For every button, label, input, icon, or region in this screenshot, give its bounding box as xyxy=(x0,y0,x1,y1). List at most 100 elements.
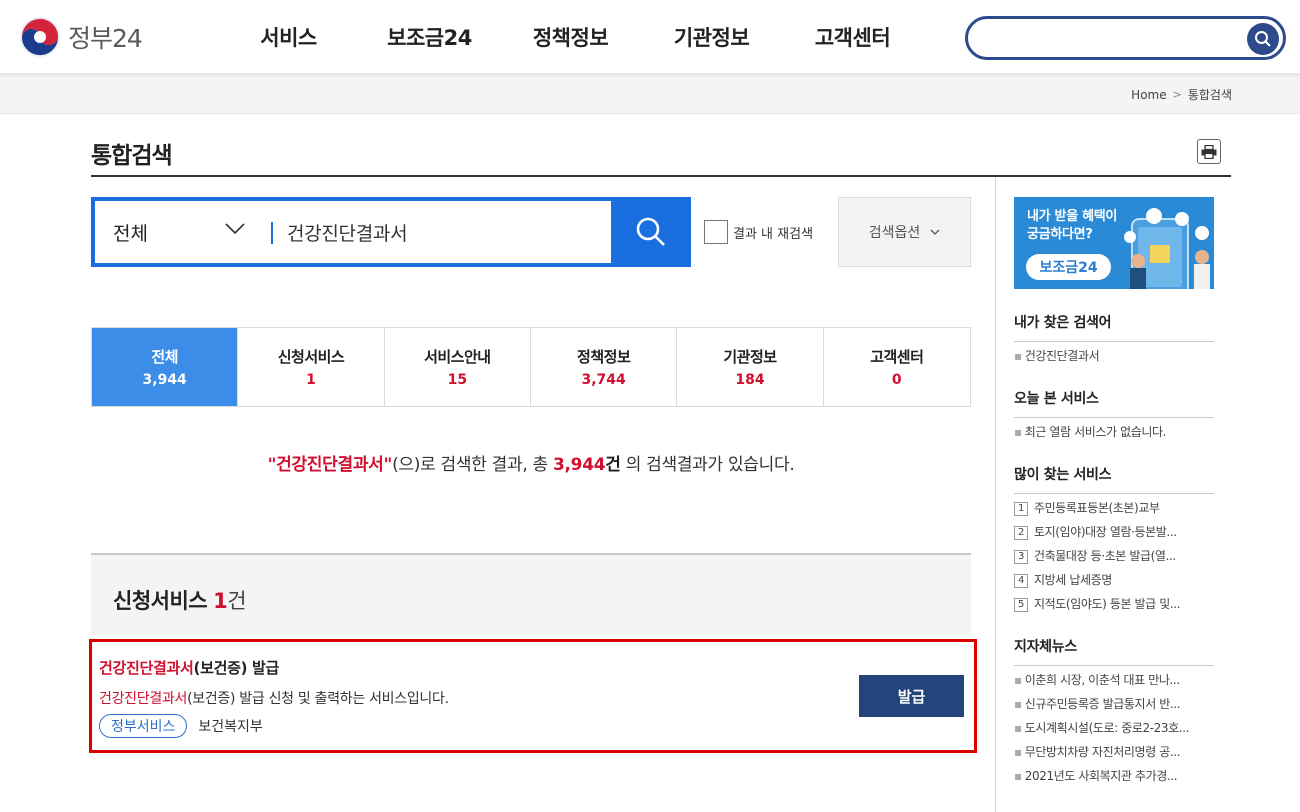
local-news-heading: 지자체뉴스 xyxy=(1014,636,1214,666)
title-divider xyxy=(91,175,1231,177)
news-item-label: 이춘희 시장, 이춘석 대표 만나... xyxy=(1024,673,1180,687)
local-news-list: ▪ 이춘희 시장, 이춘석 대표 만나... ▪ 신규주민등록증 발급통지서 반..… xyxy=(1014,668,1214,788)
search-options-label: 검색옵션 xyxy=(868,225,921,241)
result-description: 건강진단결과서(보건증) 발급 신청 및 출력하는 서비스입니다. xyxy=(99,688,449,708)
tab-application-services[interactable]: 신청서비스 1 xyxy=(238,328,385,406)
search-scope-select[interactable]: 전체 xyxy=(95,201,271,263)
nav-subsidy24[interactable]: 보조금24 xyxy=(359,22,500,52)
tab-count: 1 xyxy=(306,372,316,388)
tab-label: 고객센터 xyxy=(870,348,924,366)
search-caret xyxy=(271,222,273,244)
section-count: 1 xyxy=(213,589,228,613)
search-query-input[interactable]: 건강진단결과서 xyxy=(287,219,408,246)
popular-service-item[interactable]: 4 지방세 납세증명 xyxy=(1014,568,1214,592)
search-submit-button[interactable] xyxy=(611,197,691,267)
quote-close: " xyxy=(383,455,393,475)
issue-button[interactable]: 발급 xyxy=(859,675,964,717)
bullet-icon: ▪ xyxy=(1014,721,1022,735)
summary-unit: 건 xyxy=(605,455,621,475)
result-category-tabs: 전체 3,944 신청서비스 1 서비스안내 15 정책정보 3,744 기관정… xyxy=(91,327,971,407)
banner-pill: 보조금24 xyxy=(1026,254,1111,280)
chevron-right-icon: > xyxy=(1172,88,1182,101)
tab-count: 0 xyxy=(891,372,902,388)
research-checkbox[interactable] xyxy=(704,220,728,244)
breadcrumb-bar: Home > 통합검색 xyxy=(0,74,1300,114)
section-title-label: 신청서비스 xyxy=(113,589,208,613)
print-button[interactable] xyxy=(1197,139,1221,164)
chevron-down-icon xyxy=(225,223,245,235)
tab-agency-info[interactable]: 기관정보 184 xyxy=(677,328,824,406)
popular-service-item[interactable]: 5 지적도(임야도) 등본 발급 및... xyxy=(1014,592,1214,616)
popular-service-label: 지적도(임야도) 등본 발급 및... xyxy=(1034,597,1181,611)
my-keywords-heading: 내가 찾은 검색어 xyxy=(1014,312,1214,342)
nav-agency-info[interactable]: 기관정보 xyxy=(641,22,782,52)
rank-badge: 5 xyxy=(1014,597,1028,612)
summary-tail: 의 검색결과가 있습니다. xyxy=(620,455,795,475)
summary-keyword: 건강진단결과서 xyxy=(276,455,384,475)
bullet-icon: ▪ xyxy=(1014,745,1022,759)
rank-badge: 4 xyxy=(1014,573,1028,588)
result-title-highlight: 건강진단결과서 xyxy=(99,659,194,677)
result-item: 건강진단결과서(보건증) 발급 건강진단결과서(보건증) 발급 신청 및 출력하… xyxy=(89,639,977,753)
tab-all[interactable]: 전체 3,944 xyxy=(92,328,239,406)
popular-services-heading: 많이 찾는 서비스 xyxy=(1014,464,1214,494)
nav-customer-center[interactable]: 고객센터 xyxy=(782,22,923,52)
news-item[interactable]: ▪ 신규주민등록증 발급통지서 반... xyxy=(1014,692,1214,716)
section-header: 신청서비스 1건 xyxy=(91,553,971,635)
news-item[interactable]: ▪ 2021년도 사회복지관 추가경... xyxy=(1014,764,1214,788)
search-scope-value: 전체 xyxy=(113,222,148,245)
today-service-item: ▪ 최근 열람 서비스가 없습니다. xyxy=(1014,420,1214,444)
tab-label: 기관정보 xyxy=(723,348,777,366)
breadcrumb-home[interactable]: Home xyxy=(1131,88,1166,102)
research-within-results[interactable]: 결과 내 재검색 xyxy=(704,220,813,244)
tab-policy-info[interactable]: 정책정보 3,744 xyxy=(530,328,678,406)
tab-count: 15 xyxy=(447,372,468,388)
nav-services[interactable]: 서비스 xyxy=(218,22,359,52)
news-item-label: 2021년도 사회복지관 추가경... xyxy=(1024,769,1178,783)
search-icon xyxy=(1255,31,1271,47)
result-title-rest: (보건증) 발급 xyxy=(193,659,280,677)
rank-badge: 2 xyxy=(1014,525,1028,540)
keyword-item[interactable]: ▪ 건강진단결과서 xyxy=(1014,344,1214,368)
popular-service-item[interactable]: 1 주민등록표등본(초본)교부 xyxy=(1014,496,1214,520)
news-item-label: 무단방치차량 자진처리명령 공... xyxy=(1024,745,1181,759)
result-desc-highlight: 건강진단결과서 xyxy=(99,691,188,707)
result-summary: "건강진단결과서"(으)로 검색한 결과, 총 3,944건 의 검색결과가 있… xyxy=(91,450,971,475)
printer-icon xyxy=(1201,144,1217,159)
section-unit: 건 xyxy=(227,589,247,613)
popular-service-item[interactable]: 3 건축물대장 등·초본 발급(열... xyxy=(1014,544,1214,568)
news-item[interactable]: ▪ 이춘희 시장, 이춘석 대표 만나... xyxy=(1014,668,1214,692)
bullet-icon: ▪ xyxy=(1014,697,1022,711)
page-title: 통합검색 xyxy=(91,143,173,169)
search-icon xyxy=(636,217,665,246)
banner-line-2: 궁금하다면? xyxy=(1027,227,1093,242)
rank-badge: 3 xyxy=(1014,549,1028,564)
bullet-icon: ▪ xyxy=(1014,425,1022,439)
tab-label: 서비스안내 xyxy=(424,348,491,366)
header-search-input[interactable] xyxy=(982,27,1242,49)
news-item[interactable]: ▪ 무단방치차량 자진처리명령 공... xyxy=(1014,740,1214,764)
summary-total: 3,944 xyxy=(552,455,606,475)
result-title-link[interactable]: 건강진단결과서(보건증) 발급 xyxy=(99,657,279,678)
popular-service-item[interactable]: 2 토지(임야)대장 열람·등본발... xyxy=(1014,520,1214,544)
search-options-button[interactable]: 검색옵션 xyxy=(838,197,971,267)
my-keywords-list: ▪ 건강진단결과서 xyxy=(1014,344,1214,368)
popular-services-list: 1 주민등록표등본(초본)교부 2 토지(임야)대장 열람·등본발... 3 건축물대… xyxy=(1014,496,1214,616)
section-title: 신청서비스 1건 xyxy=(113,585,247,615)
chevron-down-icon xyxy=(930,229,940,235)
keyword-item-label: 건강진단결과서 xyxy=(1024,349,1100,363)
result-agency: 보건복지부 xyxy=(198,719,263,735)
sidebar-divider xyxy=(995,177,996,812)
popular-service-label: 토지(임야)대장 열람·등본발... xyxy=(1034,525,1177,539)
tab-service-guide[interactable]: 서비스안내 15 xyxy=(384,328,531,406)
site-logo[interactable]: 정부24 xyxy=(20,16,143,58)
tab-label: 신청서비스 xyxy=(277,348,345,366)
bullet-icon: ▪ xyxy=(1014,673,1022,687)
tab-customer-center[interactable]: 고객센터 0 xyxy=(823,328,970,406)
result-meta: 정부서비스 보건복지부 xyxy=(99,714,263,738)
header-search-button[interactable] xyxy=(1247,23,1279,55)
taegeuk-logo-icon xyxy=(20,17,60,57)
subsidy24-banner[interactable]: 내가 받을 혜택이 궁금하다면? 보조금24 xyxy=(1014,197,1214,289)
news-item[interactable]: ▪ 도시계획시설(도로: 중로2-23호... xyxy=(1014,716,1214,740)
nav-policy-info[interactable]: 정책정보 xyxy=(500,22,641,52)
